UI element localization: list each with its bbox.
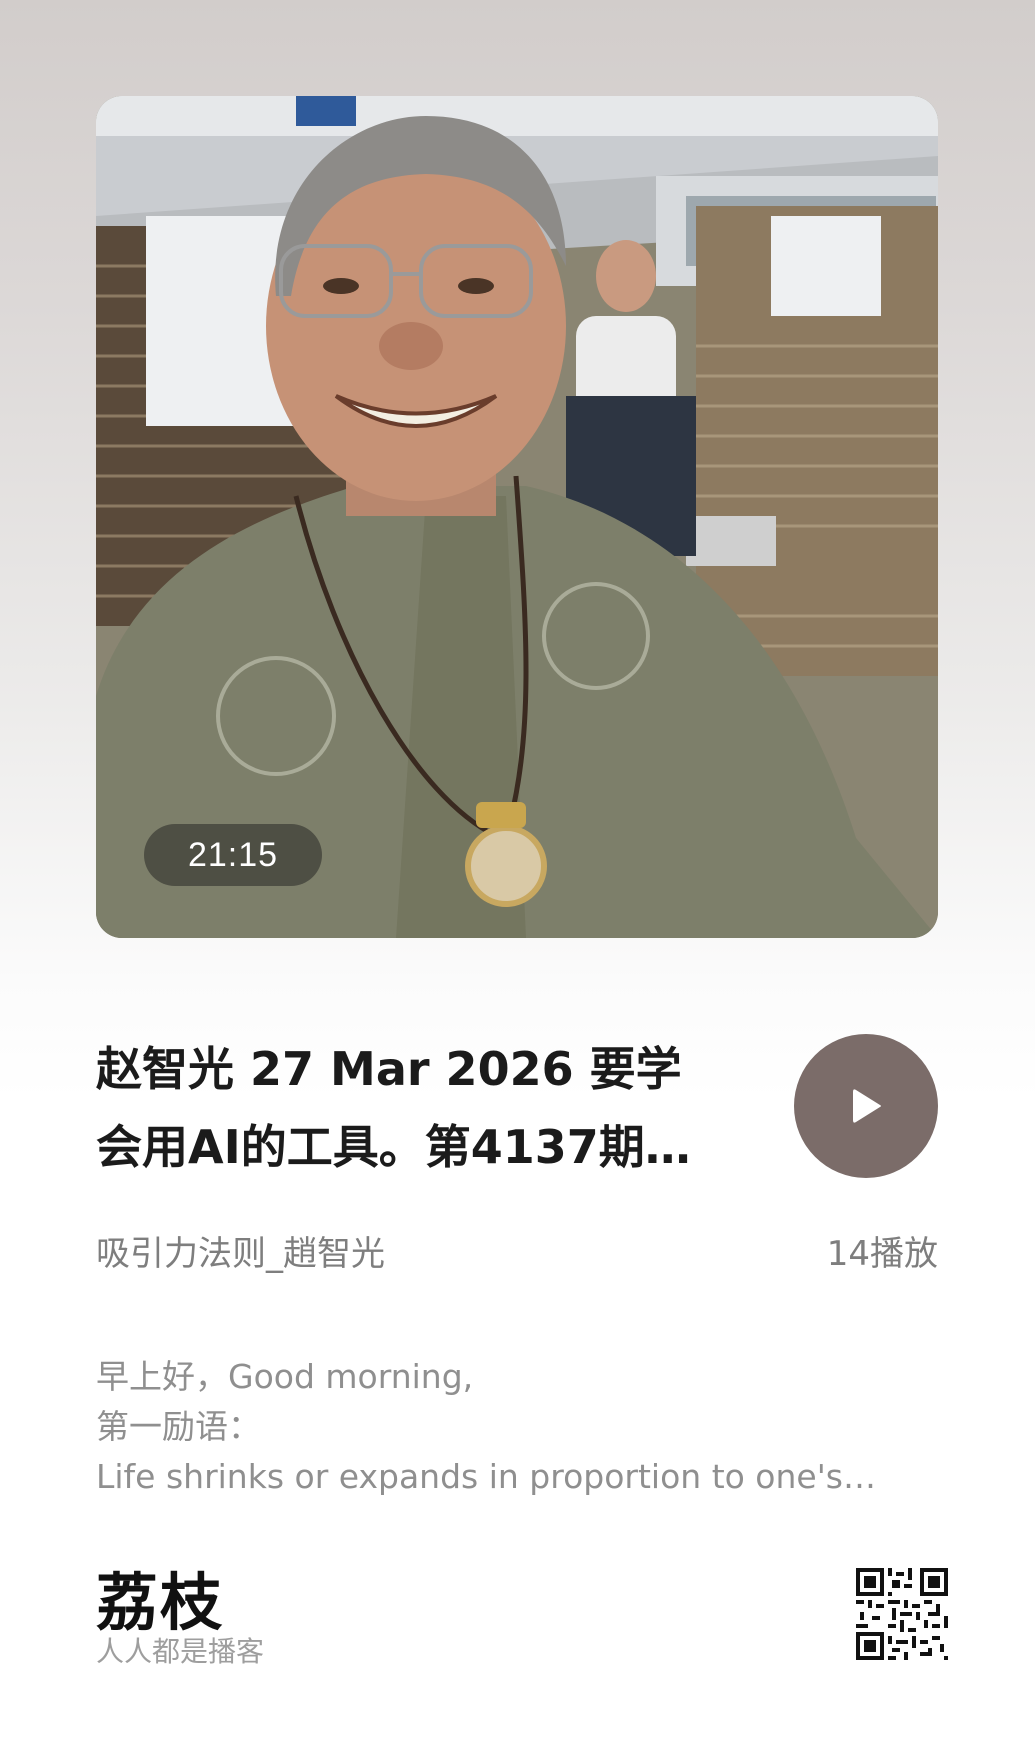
- episode-title-line-2: 会用AI的工具。第4137期…: [96, 1120, 691, 1174]
- episode-title[interactable]: 赵智光 27 Mar 2026 要学 会用AI的工具。第4137期…: [96, 1030, 756, 1186]
- description-line-2: 第一励语：: [96, 1407, 261, 1446]
- play-count: 14播放: [826, 1234, 938, 1274]
- duration-badge: 21:15: [144, 824, 322, 886]
- brand-slogan: 人人都是播客: [96, 1635, 265, 1668]
- qr-code-icon: [856, 1568, 948, 1660]
- cover-image[interactable]: 21:15: [96, 96, 938, 938]
- description-line-1: 早上好，Good morning,: [96, 1357, 474, 1396]
- episode-description: 早上好，Good morning, 第一励语： Life shrinks or …: [96, 1352, 956, 1502]
- author-name[interactable]: 吸引力法则_趙智光: [96, 1226, 385, 1275]
- description-line-3: Life shrinks or expands in proportion to…: [96, 1457, 876, 1496]
- brand-logo: 荔枝: [96, 1566, 225, 1639]
- play-button[interactable]: [794, 1034, 938, 1178]
- play-icon: [853, 1089, 881, 1123]
- cover-photo: [96, 96, 938, 938]
- episode-title-line-1: 赵智光 27 Mar 2026 要学: [96, 1042, 682, 1096]
